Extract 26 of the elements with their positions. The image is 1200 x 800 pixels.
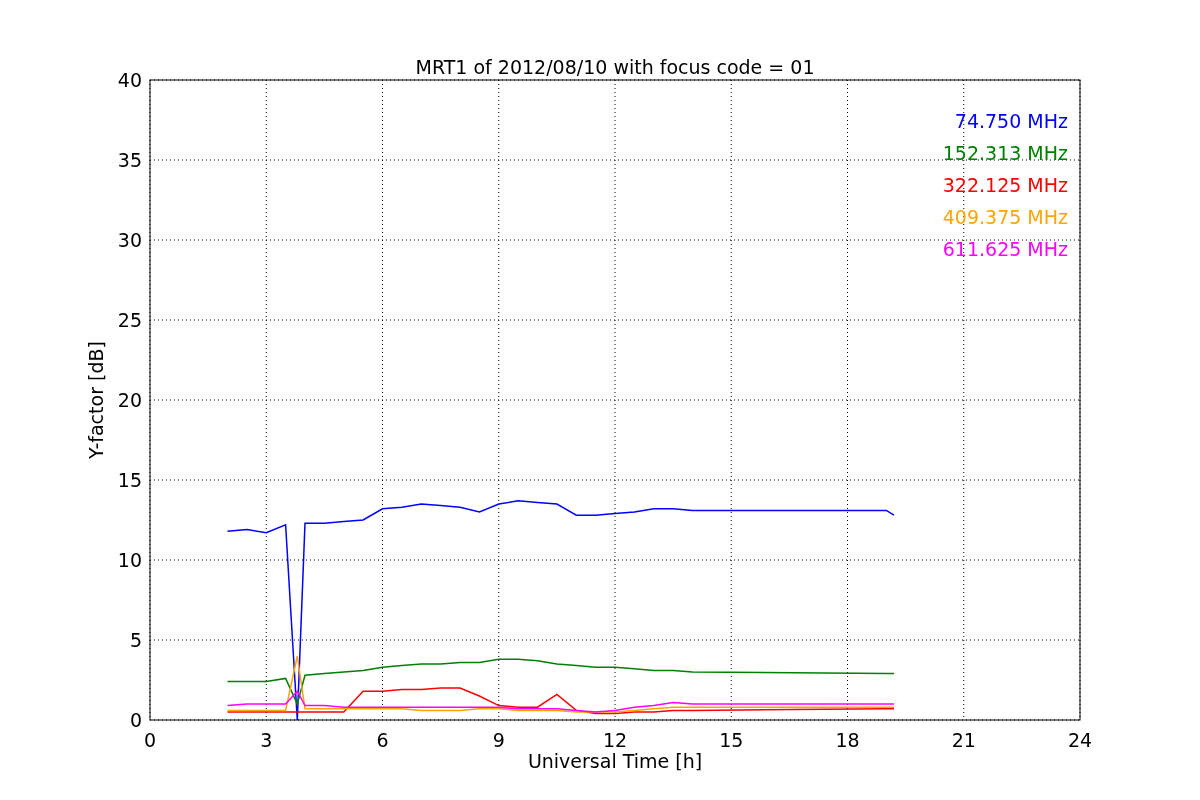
x-tick-label: 0 — [143, 729, 157, 751]
x-tick-label: 9 — [492, 729, 505, 751]
x-tick-label: 12 — [602, 729, 628, 751]
x-tick-label: 15 — [719, 729, 744, 751]
y-tick-label: 0 — [129, 709, 142, 731]
y-axis-label: Y-factor [dB] — [85, 341, 107, 459]
x-tick-label: 3 — [260, 729, 273, 751]
y-tick-label: 35 — [117, 149, 142, 171]
legend-label: 152.313 MHz — [942, 142, 1068, 164]
x-tick-label: 6 — [376, 729, 389, 751]
legend-label: 322.125 MHz — [942, 174, 1068, 196]
x-tick-label: 24 — [1067, 729, 1093, 751]
y-tick-label: 15 — [117, 469, 142, 491]
legend-label: 74.750 MHz — [954, 110, 1068, 132]
y-tick-label: 10 — [117, 549, 142, 571]
x-axis-label: Universal Time [h] — [527, 750, 703, 772]
legend-label: 409.375 MHz — [942, 206, 1068, 228]
y-tick-label: 5 — [129, 629, 142, 651]
y-tick-label: 20 — [117, 389, 142, 411]
chart-title: MRT1 of 2012/08/10 with focus code = 01 — [415, 56, 815, 78]
x-tick-label: 21 — [951, 729, 976, 751]
x-tick-label: 18 — [835, 729, 860, 751]
legend-label: 611.625 MHz — [942, 238, 1068, 260]
y-tick-label: 40 — [117, 69, 142, 91]
y-tick-label: 25 — [117, 309, 142, 331]
y-tick-label: 30 — [117, 229, 142, 251]
